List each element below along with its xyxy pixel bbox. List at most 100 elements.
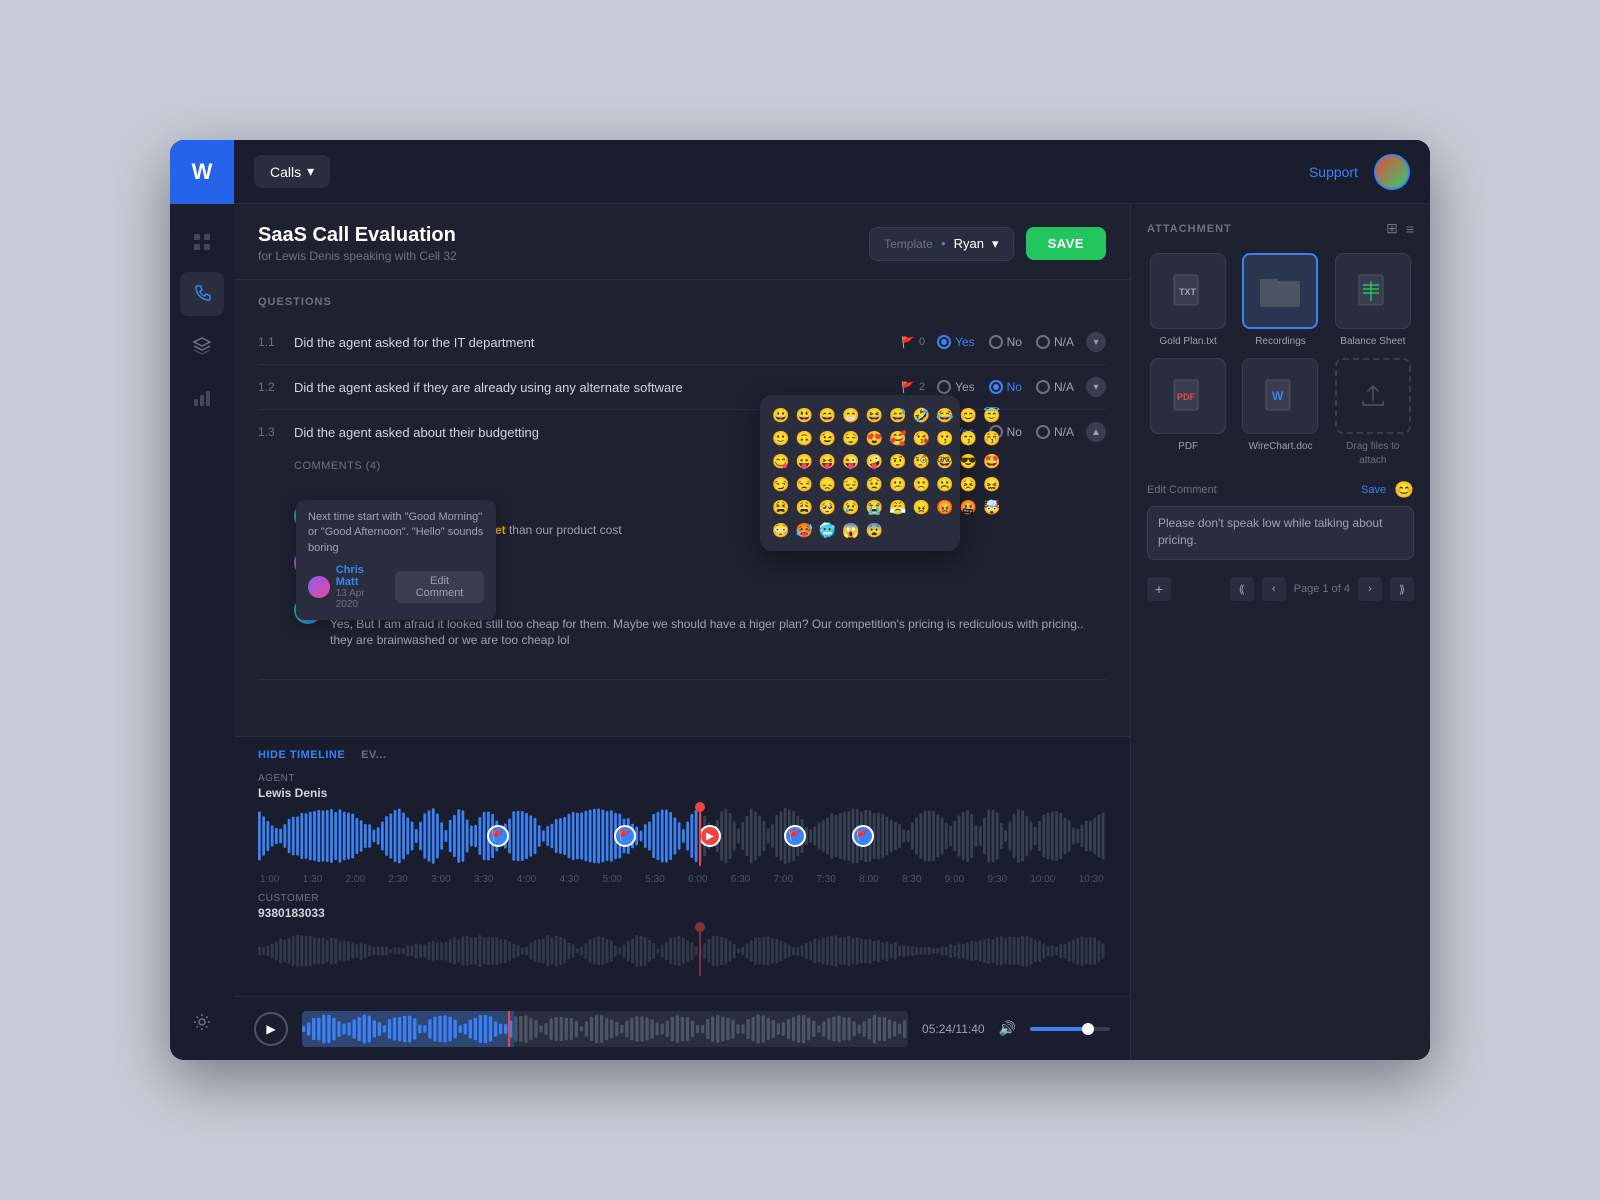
marker-dot-2[interactable]: 🚩 xyxy=(614,825,636,847)
emoji-cell[interactable]: 😕 xyxy=(887,474,908,495)
attachment-item-recordings[interactable]: Recordings xyxy=(1239,253,1321,348)
emoji-cell[interactable]: 😜 xyxy=(840,451,861,472)
emoji-cell[interactable]: 🙁 xyxy=(911,474,932,495)
emoji-cell[interactable]: 😫 xyxy=(770,497,791,518)
emoji-cell[interactable]: 😛 xyxy=(793,451,814,472)
sidebar-icon-grid[interactable] xyxy=(180,220,224,264)
marker-dot-1[interactable]: 🚩 xyxy=(487,825,509,847)
emoji-cell[interactable]: ☹️ xyxy=(934,474,955,495)
page-first-btn[interactable]: ⟪ xyxy=(1230,577,1254,601)
radio-na-2[interactable]: N/A xyxy=(1036,380,1074,394)
attachment-item-txt[interactable]: TXT Gold Plan.txt xyxy=(1147,253,1229,348)
calls-button[interactable]: Calls ▾ xyxy=(254,155,330,188)
emoji-cell[interactable]: 🥵 xyxy=(793,520,814,541)
grid-view-icon[interactable]: ⊞ xyxy=(1386,220,1398,237)
emoji-cell[interactable]: 😄 xyxy=(817,405,838,426)
sidebar-icon-settings[interactable] xyxy=(180,1000,224,1044)
emoji-cell[interactable]: 😊 xyxy=(958,405,979,426)
emoji-cell[interactable]: 😉 xyxy=(817,428,838,449)
page-next-btn[interactable]: › xyxy=(1358,577,1382,601)
emoji-cell[interactable]: 🥺 xyxy=(817,497,838,518)
support-link[interactable]: Support xyxy=(1309,164,1358,180)
emoji-cell[interactable]: 😗 xyxy=(934,428,955,449)
save-button[interactable]: SAVE xyxy=(1026,227,1106,260)
emoji-cell[interactable]: 😚 xyxy=(981,428,1002,449)
template-select[interactable]: Template ● Ryan ▾ xyxy=(869,227,1013,261)
emoji-cell[interactable]: 😏 xyxy=(770,474,791,495)
emoji-cell[interactable]: 😋 xyxy=(770,451,791,472)
hide-timeline-btn[interactable]: HIDE TIMELINE xyxy=(258,749,345,761)
volume-slider[interactable] xyxy=(1030,1027,1110,1031)
play-button[interactable]: ▶ xyxy=(254,1012,288,1046)
emoji-cell[interactable]: 😤 xyxy=(887,497,908,518)
emoji-cell[interactable]: 😇 xyxy=(981,405,1002,426)
emoji-cell[interactable]: 🤩 xyxy=(981,451,1002,472)
customer-waveform-track[interactable] xyxy=(258,926,1106,976)
emoji-cell[interactable]: 🙂 xyxy=(770,428,791,449)
list-view-icon[interactable]: ≡ xyxy=(1406,221,1414,237)
emoji-cell[interactable]: 😟 xyxy=(864,474,885,495)
emoji-cell[interactable]: 🤣 xyxy=(911,405,932,426)
attachment-item-word[interactable]: W WireChart.doc xyxy=(1239,358,1321,468)
edit-comment-textarea[interactable]: Please don't speak low while talking abo… xyxy=(1147,506,1414,560)
q-toggle-3[interactable]: ▲ xyxy=(1086,422,1106,442)
radio-yes-2[interactable]: Yes xyxy=(937,380,975,394)
emoji-cell[interactable]: 🙃 xyxy=(793,428,814,449)
radio-na-1[interactable]: N/A xyxy=(1036,335,1074,349)
page-last-btn[interactable]: ⟫ xyxy=(1390,577,1414,601)
emoji-cell[interactable]: 😡 xyxy=(934,497,955,518)
emoji-cell[interactable]: 😖 xyxy=(981,474,1002,495)
radio-na-3[interactable]: N/A xyxy=(1036,425,1074,439)
emoji-cell[interactable]: 😠 xyxy=(911,497,932,518)
user-avatar[interactable] xyxy=(1374,154,1410,190)
q-toggle-2[interactable]: ▾ xyxy=(1086,377,1106,397)
emoji-cell[interactable]: 😍 xyxy=(864,428,885,449)
q-toggle-1[interactable]: ▾ xyxy=(1086,332,1106,352)
emoji-cell[interactable]: 😭 xyxy=(864,497,885,518)
marker-dot-playhead[interactable]: ▶ xyxy=(699,825,721,847)
emoji-cell[interactable]: 🤪 xyxy=(864,451,885,472)
emoji-cell[interactable]: 😨 xyxy=(864,520,885,541)
emoji-cell[interactable]: 🤯 xyxy=(981,497,1002,518)
marker-dot-3[interactable]: 🚩 xyxy=(784,825,806,847)
agent-waveform-track[interactable]: 🚩 🚩 ▶ 🚩 🚩 xyxy=(258,806,1106,866)
emoji-cell[interactable]: 🥶 xyxy=(817,520,838,541)
sidebar-icon-layers[interactable] xyxy=(180,324,224,368)
attachment-item-pdf[interactable]: PDF PDF xyxy=(1147,358,1229,468)
emoji-cell[interactable]: 😝 xyxy=(817,451,838,472)
emoji-cell[interactable]: 😩 xyxy=(793,497,814,518)
radio-yes-1[interactable]: Yes xyxy=(937,335,975,349)
emoji-cell[interactable]: 😙 xyxy=(958,428,979,449)
emoji-cell[interactable]: 😱 xyxy=(840,520,861,541)
tooltip-edit-button[interactable]: Edit Comment xyxy=(395,571,484,603)
emoji-cell[interactable]: 🤬 xyxy=(958,497,979,518)
radio-no-2[interactable]: No xyxy=(989,380,1022,394)
emoji-cell[interactable]: 😅 xyxy=(887,405,908,426)
emoji-cell[interactable]: 😘 xyxy=(911,428,932,449)
emoji-cell[interactable]: 😎 xyxy=(958,451,979,472)
emoji-cell[interactable]: 😃 xyxy=(793,405,814,426)
sidebar-icon-chart[interactable] xyxy=(180,376,224,420)
emoji-cell[interactable]: 😒 xyxy=(793,474,814,495)
sidebar-icon-phone[interactable] xyxy=(180,272,224,316)
emoji-cell[interactable]: 🥰 xyxy=(887,428,908,449)
emoji-trigger[interactable]: 😊 xyxy=(1394,480,1414,500)
attachment-item-drag[interactable]: Drag files to attach xyxy=(1332,358,1414,468)
attachment-item-balance[interactable]: Balance Sheet xyxy=(1332,253,1414,348)
page-prev-btn[interactable]: ‹ xyxy=(1262,577,1286,601)
edit-save-button[interactable]: Save xyxy=(1361,484,1386,496)
player-waveform[interactable] xyxy=(302,1011,908,1047)
emoji-cell[interactable]: 😞 xyxy=(817,474,838,495)
eval-btn[interactable]: EV... xyxy=(361,749,386,761)
emoji-cell[interactable]: 😣 xyxy=(958,474,979,495)
radio-no-1[interactable]: No xyxy=(989,335,1022,349)
emoji-cell[interactable]: 🧐 xyxy=(911,451,932,472)
emoji-cell[interactable]: 🤨 xyxy=(887,451,908,472)
emoji-cell[interactable]: 😌 xyxy=(840,428,861,449)
marker-dot-4[interactable]: 🚩 xyxy=(852,825,874,847)
emoji-cell[interactable]: 😔 xyxy=(840,474,861,495)
emoji-cell[interactable]: 😀 xyxy=(770,405,791,426)
add-comment-button[interactable]: + xyxy=(1147,577,1171,601)
emoji-cell[interactable]: 😆 xyxy=(864,405,885,426)
emoji-cell[interactable]: 😳 xyxy=(770,520,791,541)
